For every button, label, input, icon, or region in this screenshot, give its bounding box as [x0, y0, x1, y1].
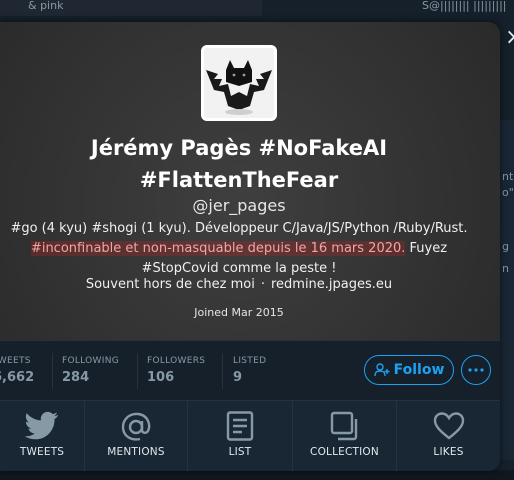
bio-text: #go (4 kyu) #shogi (1 kyu). Développeur …: [10, 221, 468, 236]
follow-button-label: Follow: [393, 362, 445, 378]
background-bottom-strip: [0, 470, 514, 480]
stat-value: 284: [62, 370, 90, 385]
profile-bio: #go (4 kyu) #shogi (1 kyu). Développeur …: [0, 219, 478, 279]
avatar[interactable]: [201, 45, 277, 121]
more-options-button[interactable]: [461, 355, 491, 385]
background-right-text: nter: [502, 170, 514, 183]
stat-listed[interactable]: LISTED 9: [223, 341, 283, 401]
profile-stats-bar: TWEETS 6,662 FOLLOWING 284 FOLLOWERS 106…: [0, 340, 500, 401]
profile-name[interactable]: Jérémy Pagès #NoFakeAI #FlattenTheFear: [0, 132, 478, 196]
profile-tabs: TWEETS MENTIONS LIST COLLECTION LIKES: [0, 400, 500, 471]
stat-label: TWEETS: [0, 356, 31, 366]
profile-website-link[interactable]: redmine.jpages.eu: [271, 277, 392, 292]
tab-collection[interactable]: COLLECTION: [293, 401, 396, 471]
background-right-text: o": [502, 186, 514, 199]
at-icon: [121, 412, 151, 441]
tab-label: LIST: [228, 446, 252, 458]
background-right-text: n: [502, 262, 509, 275]
heart-icon: [433, 412, 464, 440]
profile-handle[interactable]: @jer_pages: [0, 196, 478, 215]
profile-card: Jérémy Pagès #NoFakeAI #FlattenTheFear @…: [0, 22, 500, 471]
bird-icon: [25, 411, 58, 440]
stat-tweets[interactable]: TWEETS 6,662: [0, 341, 52, 401]
tab-list[interactable]: LIST: [188, 401, 292, 471]
tab-label: COLLECTION: [310, 446, 379, 458]
tab-label: LIKES: [433, 446, 464, 458]
profile-joined-date: Joined Mar 2015: [194, 306, 284, 319]
more-icon: [468, 368, 484, 372]
tab-tweets[interactable]: TWEETS: [0, 401, 84, 471]
stat-label: FOLLOWERS: [147, 356, 206, 366]
background-top-right-text: S@|||||||| |||||||||: [422, 0, 507, 12]
follow-button[interactable]: Follow: [364, 355, 454, 385]
bio-highlight: #inconfinable et non-masquable depuis le…: [30, 241, 406, 256]
stat-label: LISTED: [233, 356, 267, 366]
profile-meta: Souvent hors de chez moi · redmine.jpages.…: [0, 277, 478, 292]
tab-likes[interactable]: LIKES: [397, 401, 500, 471]
list-icon: [226, 411, 254, 441]
tab-label: TWEETS: [19, 446, 65, 458]
stat-followers[interactable]: FOLLOWERS 106: [138, 341, 222, 401]
stat-value: 6,662: [0, 370, 35, 385]
bat-cat-avatar-image: [204, 48, 274, 118]
stat-following[interactable]: FOLLOWING 284: [53, 341, 137, 401]
close-icon[interactable]: ×: [505, 27, 514, 49]
stat-value: 106: [147, 370, 175, 385]
background-column-text: & pink: [0, 0, 262, 16]
stat-value: 9: [233, 370, 243, 385]
meta-separator: ·: [260, 277, 265, 292]
tab-label: MENTIONS: [107, 446, 165, 458]
collection-icon: [330, 411, 357, 441]
profile-location: Souvent hors de chez moi: [85, 277, 255, 292]
tab-mentions[interactable]: MENTIONS: [85, 401, 187, 471]
add-user-icon: [373, 363, 390, 377]
stat-label: FOLLOWING: [62, 356, 120, 366]
background-right-text: g: [502, 240, 509, 253]
